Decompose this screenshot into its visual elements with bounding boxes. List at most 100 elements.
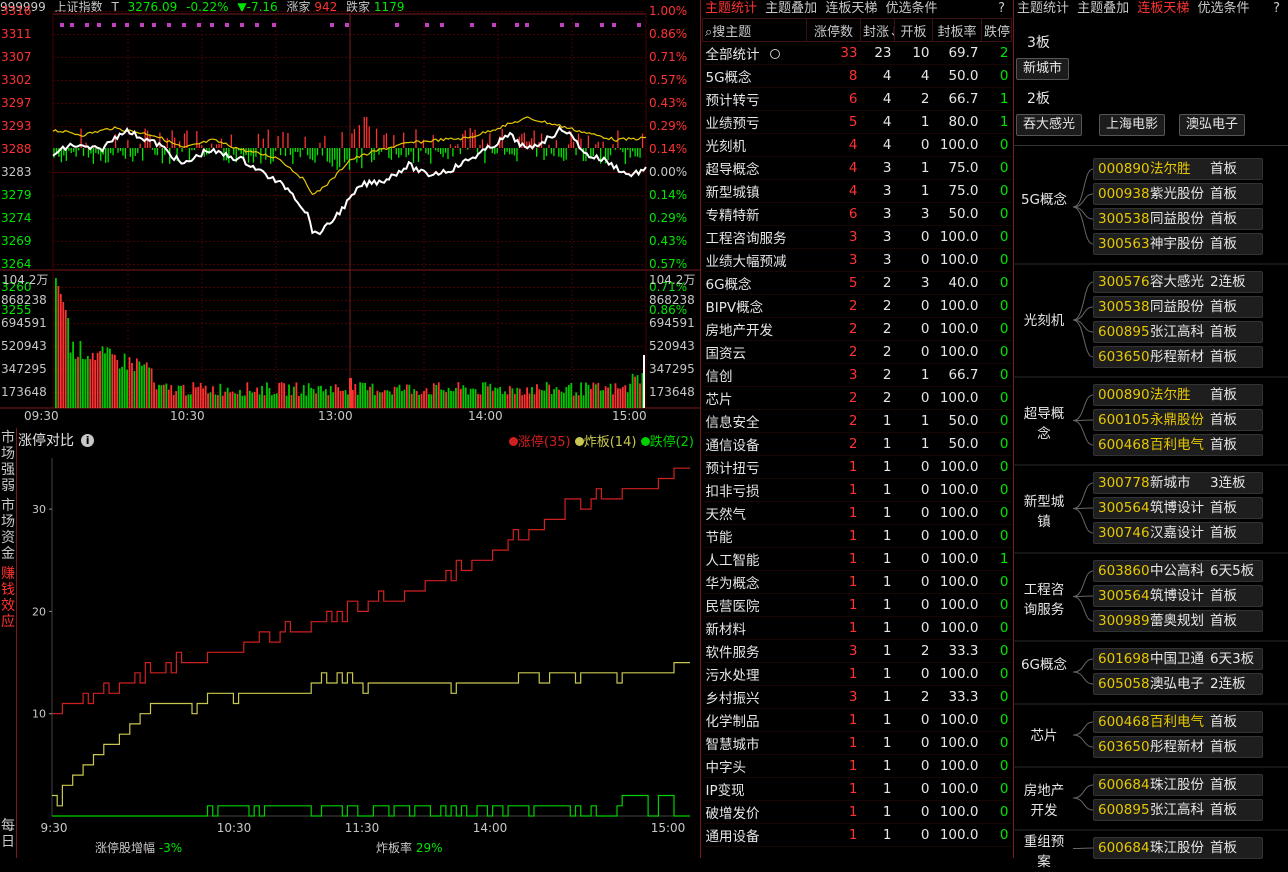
summary-row[interactable]: 全部统计 33 23 10 69.7 2 xyxy=(702,41,1012,65)
tab-daily[interactable]: 每日 xyxy=(0,818,16,850)
theme-row[interactable]: 预计转亏 6 4 2 66.7 1 xyxy=(702,87,1012,111)
legend-limit-down[interactable]: 跌停(2) xyxy=(640,435,694,450)
volume-bar xyxy=(563,392,565,408)
theme-row[interactable]: 软件服务 3 1 2 33.3 0 xyxy=(702,639,1012,663)
theme-row[interactable]: 智慧城市 1 1 0 100.0 0 xyxy=(702,731,1012,755)
theme-row[interactable]: 光刻机 4 4 0 100.0 0 xyxy=(702,133,1012,157)
volume-bar xyxy=(324,389,327,408)
theme-row[interactable]: 6G概念 5 2 3 40.0 0 xyxy=(702,271,1012,295)
ladder-stock[interactable]: 000938紫光股份 首板 xyxy=(1093,183,1263,205)
stock-tag: 首板 xyxy=(1210,840,1237,856)
theme-row[interactable]: 新型城镇 4 3 1 75.0 0 xyxy=(702,179,1012,203)
theme-row[interactable]: 芯片 2 2 0 100.0 0 xyxy=(702,386,1012,410)
theme-row[interactable]: 房地产开发 2 2 0 100.0 0 xyxy=(702,317,1012,341)
theme-row[interactable]: 5G概念 8 4 4 50.0 0 xyxy=(702,64,1012,88)
theme-row[interactable]: 通信设备 2 1 1 50.0 0 xyxy=(702,432,1012,456)
connector-line xyxy=(1072,734,1094,748)
tab-market-strength[interactable]: 市场强弱 xyxy=(0,430,16,494)
signal-marker xyxy=(515,23,519,27)
theme-row[interactable]: 化学制品 1 1 0 100.0 0 xyxy=(702,708,1012,732)
series-line-2 xyxy=(52,794,690,817)
theme-row[interactable]: 中字头 1 1 0 100.0 0 xyxy=(702,754,1012,778)
theme-row[interactable]: 专精特新 6 3 3 50.0 0 xyxy=(702,202,1012,226)
tab-profit-effect[interactable]: 赚钱效应 xyxy=(0,566,16,630)
volume-bar xyxy=(290,394,293,408)
ladder-stock[interactable]: 000890法尔胜 首板 xyxy=(1093,384,1263,406)
volume-bar xyxy=(364,382,367,408)
theme-fz: 1 xyxy=(860,685,895,709)
theme-row[interactable]: 污水处理 1 1 0 100.0 0 xyxy=(702,662,1012,686)
theme-row[interactable]: 人工智能 1 1 0 100.0 1 xyxy=(702,547,1012,571)
volume-bar xyxy=(84,359,87,408)
col-limit-down[interactable]: 跌停数 xyxy=(981,18,1012,42)
ladder-stock[interactable]: 600468百利电气 首板 xyxy=(1093,711,1263,733)
legend-limit-up[interactable]: 涨停(35) xyxy=(508,435,571,450)
theme-row[interactable]: 天然气 1 1 0 100.0 0 xyxy=(702,501,1012,525)
ladder-stock[interactable]: 603650彤程新材 首板 xyxy=(1093,736,1263,758)
ladder-stock[interactable]: 600684珠江股份 首板 xyxy=(1093,837,1263,859)
volume-bar xyxy=(457,382,460,408)
theme-row[interactable]: 超导概念 4 3 1 75.0 0 xyxy=(702,156,1012,180)
theme-zt: 1 xyxy=(806,800,861,824)
theme-row[interactable]: 信创 3 2 1 66.7 0 xyxy=(702,363,1012,387)
theme-row[interactable]: 工程咨询服务 3 3 0 100.0 0 xyxy=(702,225,1012,249)
search-theme-label: 搜主题 xyxy=(712,24,752,40)
theme-row[interactable]: 破增发价 1 1 0 100.0 0 xyxy=(702,800,1012,824)
ladder-stock[interactable]: 300538同益股份 首板 xyxy=(1093,296,1263,318)
theme-row[interactable]: 新材料 1 1 0 100.0 0 xyxy=(702,616,1012,640)
theme-row[interactable]: IP变现 1 1 0 100.0 0 xyxy=(702,777,1012,801)
theme-row[interactable]: 业绩预亏 5 4 1 80.0 1 xyxy=(702,110,1012,134)
theme-row[interactable]: 通用设备 1 1 0 100.0 0 xyxy=(702,823,1012,847)
info-icon[interactable]: i xyxy=(81,434,95,447)
volume-bar xyxy=(536,384,538,408)
limit-compare-chart[interactable]: 30 20 10 9:30 10:30 11:30 14:00 15:00 xyxy=(18,450,698,858)
theme-row[interactable]: 华为概念 1 1 0 100.0 0 xyxy=(702,570,1012,594)
ladder-stock[interactable]: 600468百利电气 首板 xyxy=(1093,434,1263,456)
theme-zt: 6 xyxy=(806,87,861,111)
ladder-stock[interactable]: 300989蕾奥规划 首板 xyxy=(1093,610,1263,632)
ladder-stock[interactable]: 605058澳弘电子 2连板 xyxy=(1093,673,1263,695)
ladder-stock[interactable]: 601698中国卫通 6天3板 xyxy=(1093,648,1263,670)
search-theme-header[interactable]: ⌕搜主题 xyxy=(702,18,807,42)
volume-bar xyxy=(636,375,639,408)
legend-blast[interactable]: 炸板(14) xyxy=(574,435,636,450)
col-seal-rate[interactable]: 封板率 xyxy=(932,18,982,42)
theme-dt: 0 xyxy=(981,478,1012,502)
ladder-stock[interactable]: 300576容大感光 2连板 xyxy=(1093,271,1263,293)
ladder-stock[interactable]: 600684珠江股份 首板 xyxy=(1093,774,1263,796)
theme-dt: 1 xyxy=(981,110,1012,134)
tab-market-funds[interactable]: 市场资金 xyxy=(0,498,16,562)
theme-row[interactable]: BIPV概念 2 2 0 100.0 0 xyxy=(702,294,1012,318)
tab-filter[interactable]: 优选条件 xyxy=(885,1,937,16)
theme-row[interactable]: 信息安全 2 1 1 50.0 0 xyxy=(702,409,1012,433)
tab-ladder[interactable]: 连板天梯 xyxy=(825,1,877,16)
ladder-stock[interactable]: 300746汉嘉设计 首板 xyxy=(1093,522,1263,544)
tab-theme-stats[interactable]: 主题统计 xyxy=(705,1,757,16)
theme-row[interactable]: 扣非亏损 1 1 0 100.0 0 xyxy=(702,478,1012,502)
ladder-stock[interactable]: 600895张江高科 首板 xyxy=(1093,321,1263,343)
ladder-stock[interactable]: 603650彤程新材 首板 xyxy=(1093,346,1263,368)
col-sealed[interactable]: 封涨↓ xyxy=(860,18,895,42)
theme-row[interactable]: 国资云 2 2 0 100.0 0 xyxy=(702,340,1012,364)
ladder-stock[interactable]: 000890法尔胜 首板 xyxy=(1093,158,1263,180)
theme-row[interactable]: 民营医院 1 1 0 100.0 0 xyxy=(702,593,1012,617)
ladder-stock[interactable]: 603860中公高科 6天5板 xyxy=(1093,560,1263,582)
theme-row[interactable]: 预计扭亏 1 1 0 100.0 0 xyxy=(702,455,1012,479)
ladder-stock[interactable]: 600105永鼎股份 首板 xyxy=(1093,409,1263,431)
ladder-stock[interactable]: 300564筑博设计 首板 xyxy=(1093,497,1263,519)
help-icon[interactable]: ? xyxy=(998,0,1005,17)
ladder-stock[interactable]: 300563神宇股份 首板 xyxy=(1093,233,1263,255)
theme-row[interactable]: 节能 1 1 0 100.0 0 xyxy=(702,524,1012,548)
ladder-stock[interactable]: 300564筑博设计 首板 xyxy=(1093,585,1263,607)
theme-row[interactable]: 业绩大幅预减 3 3 0 100.0 0 xyxy=(702,248,1012,272)
col-open[interactable]: 开板 xyxy=(894,18,933,42)
y-tick-label: 30 xyxy=(32,503,46,516)
ladder-stock[interactable]: 300778新城市 3连板 xyxy=(1093,472,1263,494)
col-limit-up[interactable]: 涨停数 xyxy=(806,18,861,42)
volume-bar xyxy=(398,384,401,408)
ladder-stock[interactable]: 300538同益股份 首板 xyxy=(1093,208,1263,230)
ladder-stock[interactable]: 600895张江高科 首板 xyxy=(1093,799,1263,821)
intraday-chart[interactable] xyxy=(0,0,700,428)
tab-theme-overlay[interactable]: 主题叠加 xyxy=(765,1,817,16)
theme-row[interactable]: 乡村振兴 3 1 2 33.3 0 xyxy=(702,685,1012,709)
